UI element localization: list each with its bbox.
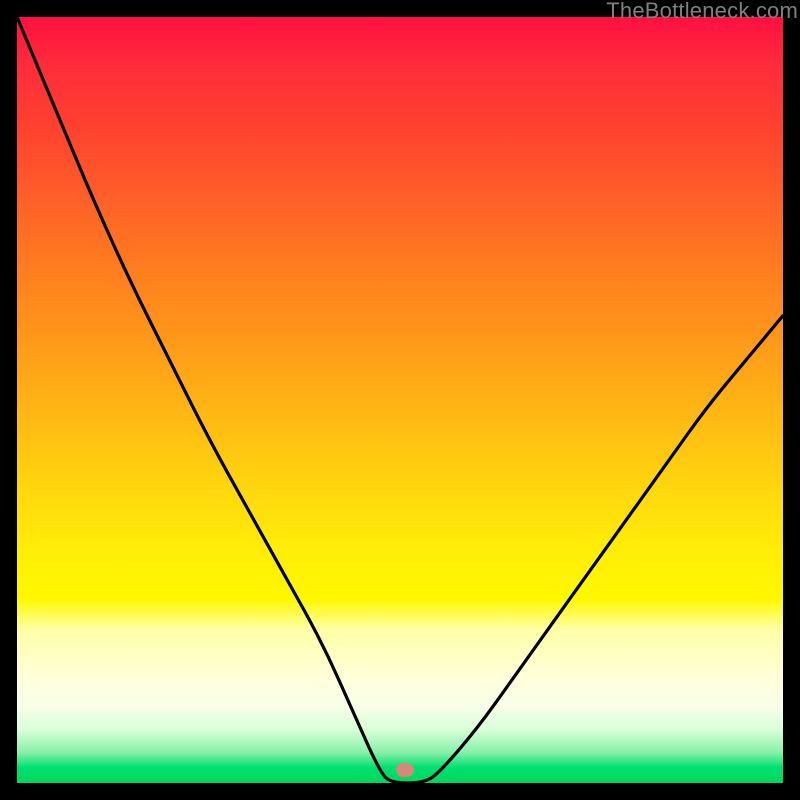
chart-frame: TheBottleneck.com [0,0,800,800]
optimal-marker [396,763,414,777]
bottleneck-curve [17,17,783,783]
watermark: TheBottleneck.com [606,0,798,24]
plot-area [17,17,783,783]
